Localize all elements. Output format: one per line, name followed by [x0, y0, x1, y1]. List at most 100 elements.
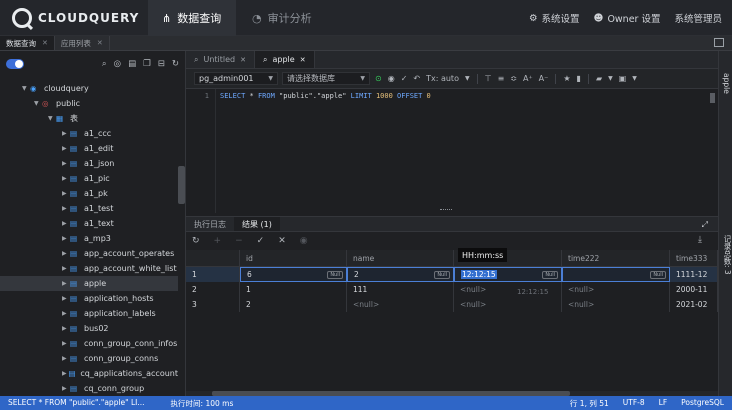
add-icon[interactable]: + — [214, 236, 222, 246]
chevron-right-icon[interactable]: ▶ — [62, 190, 70, 197]
column-header-id[interactable]: id — [240, 250, 347, 266]
chevron-right-icon[interactable]: ▶ — [62, 160, 70, 167]
table-cell[interactable]: <null> — [562, 282, 670, 297]
null-toggle-button[interactable]: Null — [542, 271, 558, 279]
tree-node-table[interactable]: ▶ ▤ apple — [0, 276, 178, 291]
window-toggle-icon[interactable] — [714, 38, 724, 47]
expand-icon[interactable]: ⤢ — [702, 220, 708, 230]
chevron-right-icon[interactable]: ▶ — [62, 340, 70, 347]
confirm-icon[interactable]: ✓ — [257, 236, 265, 246]
tree-node-table[interactable]: ▶ ▤ a1_test — [0, 201, 178, 216]
logo[interactable]: CLOUDQUERY — [12, 8, 139, 28]
tree-node-table[interactable]: ▶ ▤ application_hosts — [0, 291, 178, 306]
tree-node-connection[interactable]: ▼ ◉ cloudquery — [0, 81, 178, 96]
table-row[interactable]: 2 1 111 <null> <null> 2000-11 — [186, 282, 718, 297]
chevron-right-icon[interactable]: ▶ — [62, 130, 70, 137]
refresh-icon[interactable]: ↻ — [192, 236, 200, 246]
chevron-right-icon[interactable]: ▶ — [62, 205, 70, 212]
database-select[interactable]: 请选择数据库 ▼ — [282, 72, 370, 85]
font-decrease-icon[interactable]: A⁻ — [538, 74, 550, 83]
chevron-down-icon[interactable]: ▼ — [48, 115, 56, 122]
format-icon[interactable]: ⊤ — [484, 74, 493, 83]
editor-tab-untitled[interactable]: ⌕ Untitled ✕ — [186, 51, 256, 68]
table-cell[interactable]: 2021-02 — [670, 297, 718, 312]
close-icon[interactable]: ✕ — [240, 56, 246, 64]
commit-icon[interactable]: ✓ — [400, 74, 409, 83]
download-icon[interactable]: ⤓ — [698, 235, 702, 245]
collapse-icon[interactable]: ⊟ — [158, 59, 165, 69]
table-cell[interactable]: <null> — [347, 297, 454, 312]
tree-node-table[interactable]: ▶ ▤ a_mp3 — [0, 231, 178, 246]
chevron-right-icon[interactable]: ▶ — [62, 250, 70, 257]
toggle-switch[interactable] — [6, 59, 24, 69]
tree-node-table[interactable]: ▶ ▤ application_labels — [0, 306, 178, 321]
close-icon[interactable]: ✕ — [42, 39, 48, 47]
refresh-icon[interactable]: ↻ — [172, 59, 179, 69]
owner-settings-link[interactable]: ☻ Owner 设置 — [594, 11, 661, 26]
null-toggle-button[interactable]: Null — [434, 271, 450, 279]
tx-mode-select[interactable]: Tx: auto — [425, 74, 460, 83]
column-header-time222[interactable]: time222 — [562, 250, 670, 266]
tree-node-table[interactable]: ▶ ▤ bus02 — [0, 321, 178, 336]
collapse-all-icon[interactable]: ≡ — [497, 74, 506, 83]
folder-icon[interactable]: ▰ — [595, 74, 603, 83]
column-header-name[interactable]: name — [347, 250, 454, 266]
save-icon[interactable]: ▣ — [618, 74, 628, 83]
sql-text[interactable]: SELECT * FROM "public"."apple" LIMIT 100… — [220, 92, 431, 100]
tree-node-table[interactable]: ▶ ▤ a1_pic — [0, 171, 178, 186]
run-icon[interactable]: ⊙ — [374, 74, 383, 83]
table-cell[interactable]: <null> — [562, 297, 670, 312]
nav-data-query[interactable]: ⋔ 数据查询 — [148, 0, 236, 36]
status-dialect[interactable]: PostgreSQL — [681, 398, 724, 409]
tree-node-table[interactable]: ▶ ▤ a1_json — [0, 156, 178, 171]
rollback-icon[interactable]: ↶ — [412, 74, 421, 83]
status-encoding[interactable]: UTF-8 — [623, 398, 645, 409]
tree-node-table[interactable]: ▶ ▤ cq_applications_account — [0, 366, 178, 381]
star-icon[interactable]: ★ — [562, 74, 571, 83]
tree-node-table[interactable]: ▶ ▤ app_account_white_list — [0, 261, 178, 276]
chevron-down-icon[interactable]: ▼ — [22, 85, 30, 92]
cell-edit-input[interactable]: 6 Null — [240, 267, 347, 282]
copy-icon[interactable]: ❐ — [143, 59, 151, 69]
cell-edit-input[interactable]: 12:12:15 Null — [454, 267, 562, 282]
table-cell[interactable]: 1111-12 — [670, 267, 718, 282]
cell-edit-input[interactable]: Null — [562, 267, 670, 282]
table-cell[interactable]: 2000-11 — [670, 282, 718, 297]
bookmark-icon[interactable]: ▮ — [576, 74, 582, 83]
chevron-right-icon[interactable]: ▶ — [62, 175, 70, 182]
tree-node-table[interactable]: ▶ ▤ a1_text — [0, 216, 178, 231]
close-icon[interactable]: ✕ — [300, 56, 306, 64]
chevron-right-icon[interactable]: ▶ — [62, 235, 70, 242]
sql-editor[interactable]: 1 SELECT * FROM "public"."apple" LIMIT 1… — [186, 89, 718, 213]
tree-node-table[interactable]: ▶ ▤ cq_conn_group — [0, 381, 178, 396]
table-cell[interactable]: <null> — [454, 297, 562, 312]
nav-audit[interactable]: ◔ 审计分析 — [238, 0, 326, 36]
column-header-time333[interactable]: time333 — [670, 250, 718, 266]
chevron-right-icon[interactable]: ▶ — [62, 355, 70, 362]
tree-node-table-group[interactable]: ▼ ▦ 表 — [0, 111, 178, 126]
tab-execution-log[interactable]: 执行日志 — [186, 217, 234, 231]
admin-menu[interactable]: 系统管理员 — [674, 11, 722, 25]
null-toggle-button[interactable]: Null — [650, 271, 666, 279]
cancel-icon[interactable]: ✕ — [278, 236, 286, 246]
document-icon[interactable]: ▤ — [128, 59, 136, 69]
font-increase-icon[interactable]: A⁺ — [522, 74, 534, 83]
table-row[interactable]: 3 2 <null> <null> <null> 2021-02 — [186, 297, 718, 312]
editor-tab-apple[interactable]: ⌕ apple ✕ — [255, 51, 315, 68]
chevron-down-icon[interactable]: ▼ — [34, 100, 42, 107]
chevron-right-icon[interactable]: ▶ — [62, 280, 70, 287]
locate-icon[interactable]: ◎ — [114, 59, 121, 69]
expand-icon[interactable]: ≎ — [509, 74, 518, 83]
connection-select[interactable]: pg_admin001 ▼ — [194, 72, 278, 85]
status-eol[interactable]: LF — [659, 398, 668, 409]
tree-node-table[interactable]: ▶ ▤ a1_pk — [0, 186, 178, 201]
panel-splitter[interactable] — [440, 209, 452, 211]
sidebar-scrollbar[interactable] — [178, 166, 185, 204]
tree-node-schema[interactable]: ▼ ◎ public — [0, 96, 178, 111]
chevron-right-icon[interactable]: ▶ — [62, 295, 70, 302]
chevron-right-icon[interactable]: ▶ — [62, 265, 70, 272]
remove-icon[interactable]: − — [235, 236, 243, 246]
chevron-right-icon[interactable]: ▶ — [62, 220, 70, 227]
chevron-right-icon[interactable]: ▶ — [62, 310, 70, 317]
table-cell[interactable]: 2 — [240, 297, 347, 312]
